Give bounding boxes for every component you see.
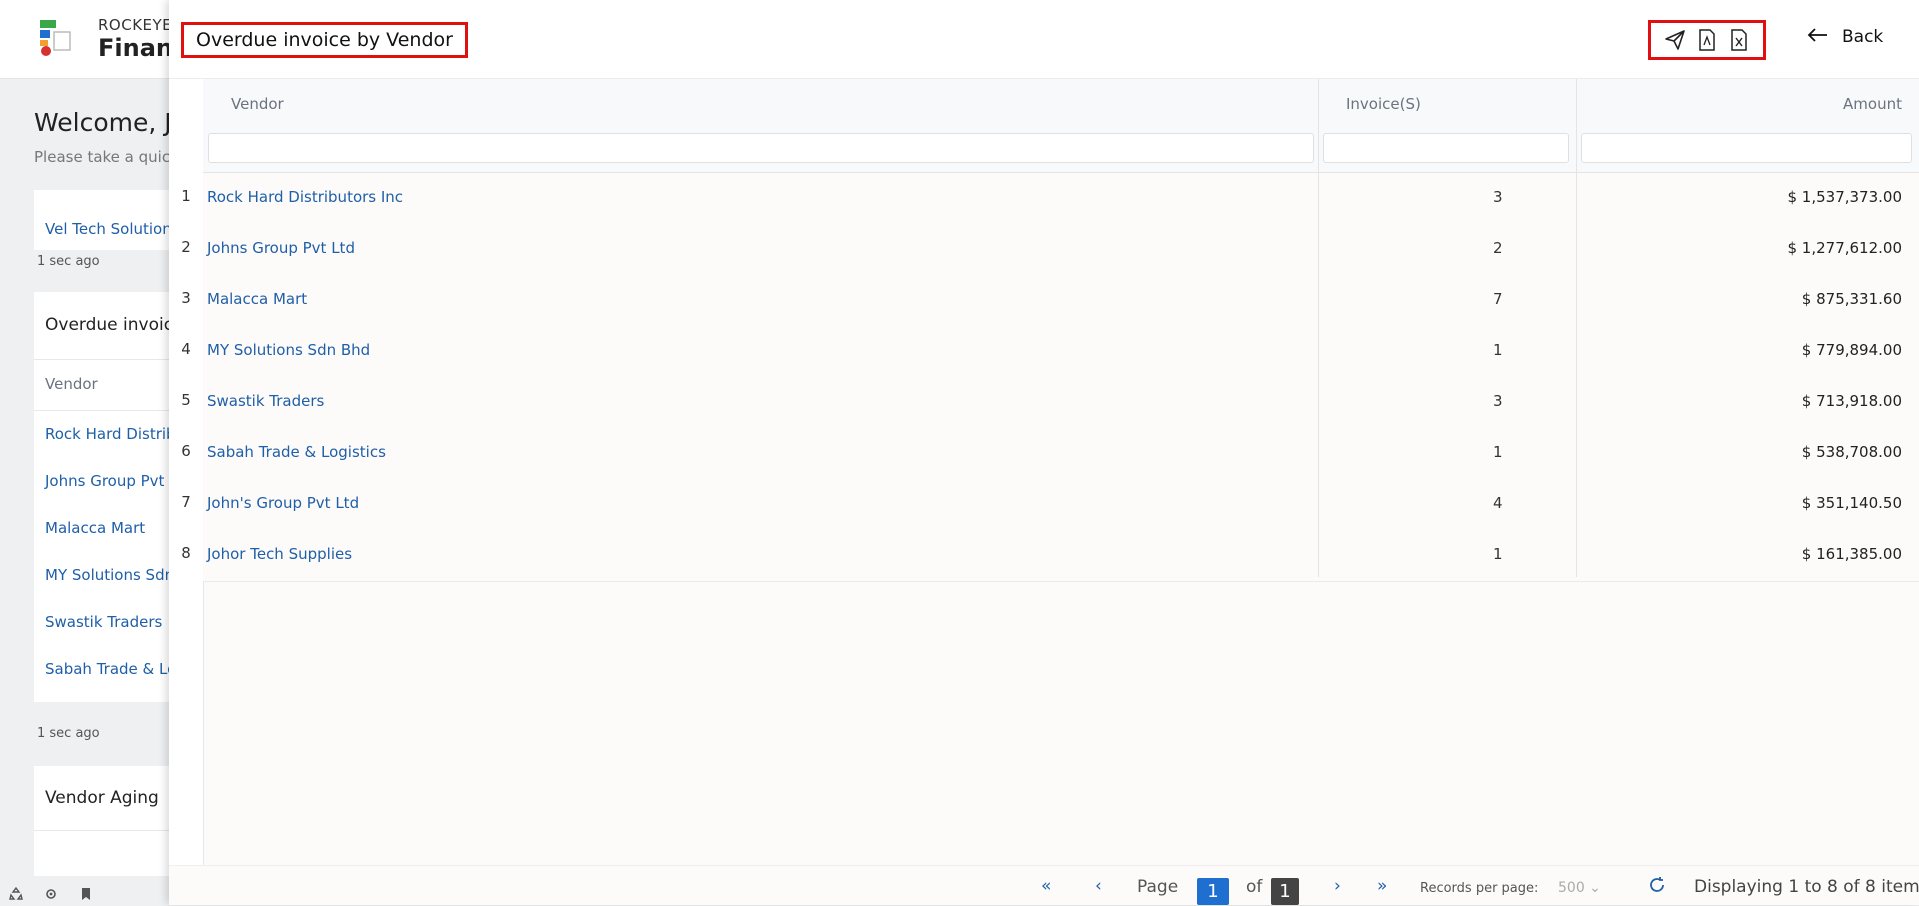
row-number: 7 bbox=[181, 493, 191, 511]
column-header-invoices-label: Invoice(S) bbox=[1346, 95, 1421, 113]
row-number: 5 bbox=[181, 391, 191, 409]
refresh-icon[interactable] bbox=[1647, 875, 1667, 899]
records-per-page-label: Records per page: bbox=[1420, 881, 1539, 896]
vendor-link[interactable]: John's Group Pvt Ltd bbox=[207, 494, 359, 512]
last-page-icon[interactable]: » bbox=[1377, 876, 1387, 896]
table-row: Johns Group Pvt Ltd 2 $ 1,277,612.00 bbox=[203, 224, 1919, 276]
row-number: 4 bbox=[181, 340, 191, 358]
overdue-card-item[interactable]: MY Solutions Sdn bbox=[45, 566, 174, 584]
table-row: Swastik Traders 3 $ 713,918.00 bbox=[203, 377, 1919, 429]
pdf-icon[interactable] bbox=[1695, 28, 1719, 52]
bookmark-icon[interactable] bbox=[78, 886, 94, 902]
row-number: 3 bbox=[181, 289, 191, 307]
amount-value: $ 351,140.50 bbox=[1801, 494, 1902, 512]
pagination-bar: « ‹ Page 1 of 1 › » Records per page: 50… bbox=[169, 865, 1919, 905]
vendor-grid: Vendor Invoice(S) Amount 1 Rock Hard Dist… bbox=[169, 79, 1919, 865]
row-number: 2 bbox=[181, 238, 191, 256]
invoice-count: 2 bbox=[1493, 239, 1503, 257]
invoice-count: 3 bbox=[1493, 188, 1503, 206]
settings-icon[interactable] bbox=[43, 886, 59, 902]
back-label: Back bbox=[1842, 27, 1884, 47]
welcome-heading: Welcome, Jo bbox=[34, 108, 187, 137]
current-page-input[interactable]: 1 bbox=[1197, 878, 1229, 905]
export-actions bbox=[1648, 20, 1766, 60]
invoice-count: 3 bbox=[1493, 392, 1503, 410]
column-header-amount: Amount bbox=[1576, 79, 1919, 173]
of-label: of bbox=[1246, 877, 1263, 897]
total-pages: 1 bbox=[1271, 878, 1299, 905]
footer-icons bbox=[8, 886, 94, 902]
recycle-icon[interactable] bbox=[8, 886, 24, 902]
vendor-filter-input[interactable] bbox=[208, 133, 1314, 163]
arrow-left-icon bbox=[1806, 27, 1828, 47]
table-row: Rock Hard Distributors Inc 3 $ 1,537,373.0… bbox=[203, 173, 1919, 225]
vendor-link[interactable]: Sabah Trade & Logistics bbox=[207, 443, 386, 461]
send-icon[interactable] bbox=[1663, 28, 1687, 52]
excel-icon[interactable] bbox=[1727, 28, 1751, 52]
vendor-link[interactable]: Swastik Traders bbox=[207, 392, 324, 410]
panel-title: Overdue invoice by Vendor bbox=[196, 29, 453, 51]
invoice-count: 7 bbox=[1493, 290, 1503, 308]
overdue-card-item[interactable]: Sabah Trade & Lo bbox=[45, 660, 176, 678]
invoice-count: 1 bbox=[1493, 545, 1503, 563]
table-row: MY Solutions Sdn Bhd 1 $ 779,894.00 bbox=[203, 326, 1919, 378]
records-per-page-value: 500 bbox=[1558, 880, 1585, 896]
vendor-link[interactable]: Johor Tech Supplies bbox=[207, 545, 352, 563]
overdue-card-item[interactable]: Malacca Mart bbox=[45, 519, 145, 537]
overdue-card-item[interactable]: Johns Group Pvt bbox=[45, 472, 164, 490]
app-logo bbox=[38, 18, 78, 58]
table-row: John's Group Pvt Ltd 4 $ 351,140.50 bbox=[203, 479, 1919, 531]
next-page-icon[interactable]: › bbox=[1334, 876, 1341, 896]
welcome-subtitle: Please take a quick bbox=[34, 148, 179, 166]
panel-title-highlight: Overdue invoice by Vendor bbox=[181, 22, 468, 58]
row-number: 1 bbox=[181, 187, 191, 205]
invoice-count: 1 bbox=[1493, 341, 1503, 359]
row-number: 6 bbox=[181, 442, 191, 460]
vendor-link[interactable]: MY Solutions Sdn Bhd bbox=[207, 341, 370, 359]
vendor-link[interactable]: Johns Group Pvt Ltd bbox=[207, 239, 355, 257]
brand-top-text: ROCKEYE bbox=[98, 16, 173, 34]
card1-timestamp: 1 sec ago bbox=[37, 254, 100, 269]
invoice-count: 4 bbox=[1493, 494, 1503, 512]
table-row: Malacca Mart 7 $ 875,331.60 bbox=[203, 275, 1919, 327]
invoice-count: 1 bbox=[1493, 443, 1503, 461]
amount-filter-input[interactable] bbox=[1581, 133, 1912, 163]
displaying-summary: Displaying 1 to 8 of 8 items. bbox=[1694, 877, 1919, 897]
amount-value: $ 161,385.00 bbox=[1801, 545, 1902, 563]
page-label: Page bbox=[1137, 877, 1179, 897]
column-header-vendor-label: Vendor bbox=[231, 95, 284, 113]
amount-value: $ 538,708.00 bbox=[1801, 443, 1902, 461]
table-row: Johor Tech Supplies 1 $ 161,385.00 bbox=[203, 530, 1919, 582]
table-row: Sabah Trade & Logistics 1 $ 538,708.00 bbox=[203, 428, 1919, 480]
prev-page-icon[interactable]: ‹ bbox=[1095, 876, 1102, 896]
column-divider bbox=[1318, 79, 1319, 577]
column-divider bbox=[1576, 79, 1577, 577]
panel-header: Overdue invoice by Vendor Back bbox=[169, 0, 1919, 79]
invoices-filter-input[interactable] bbox=[1323, 133, 1569, 163]
column-header-amount-label: Amount bbox=[1843, 95, 1902, 113]
amount-value: $ 713,918.00 bbox=[1801, 392, 1902, 410]
overdue-card-item[interactable]: Rock Hard Distrib bbox=[45, 425, 176, 443]
amount-value: $ 1,277,612.00 bbox=[1787, 239, 1902, 257]
first-page-icon[interactable]: « bbox=[1041, 876, 1051, 896]
back-button[interactable]: Back bbox=[1806, 27, 1883, 47]
vendor-link[interactable]: Rock Hard Distributors Inc bbox=[207, 188, 403, 206]
overdue-card-column-vendor: Vendor bbox=[45, 375, 98, 393]
report-panel: Overdue invoice by Vendor Back Vendor In… bbox=[169, 0, 1919, 905]
vendor-aging-title: Vendor Aging bbox=[45, 788, 159, 808]
vendor-link[interactable]: Malacca Mart bbox=[207, 290, 307, 308]
amount-value: $ 875,331.60 bbox=[1801, 290, 1902, 308]
recent-link[interactable]: Vel Tech Solutions bbox=[45, 220, 180, 238]
records-per-page-select[interactable]: 500 ⌄ bbox=[1558, 880, 1601, 896]
card2-timestamp: 1 sec ago bbox=[37, 726, 100, 741]
amount-value: $ 1,537,373.00 bbox=[1787, 188, 1902, 206]
amount-value: $ 779,894.00 bbox=[1801, 341, 1902, 359]
overdue-card-item[interactable]: Swastik Traders bbox=[45, 613, 162, 631]
column-header-invoices: Invoice(S) bbox=[1318, 79, 1576, 173]
column-header-vendor: Vendor bbox=[203, 79, 1318, 173]
overdue-card-title: Overdue invoic bbox=[45, 315, 174, 335]
row-number: 8 bbox=[181, 544, 191, 562]
